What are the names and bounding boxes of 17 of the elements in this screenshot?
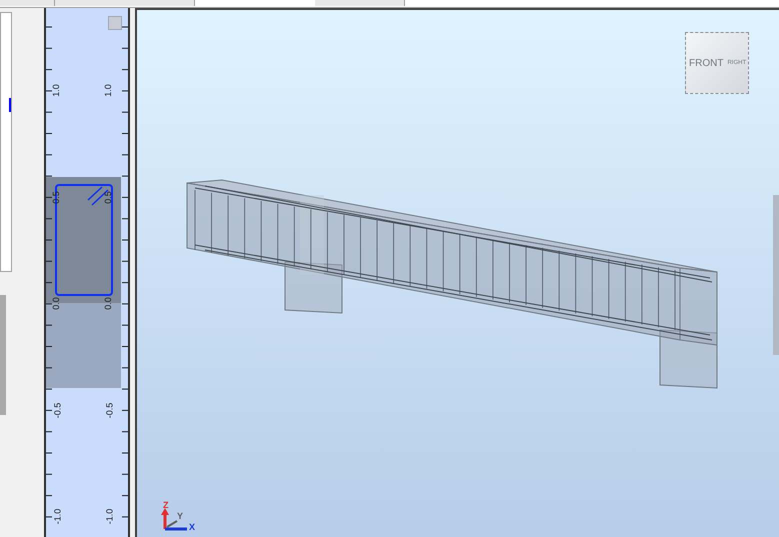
panel-button[interactable] [108,16,122,30]
cube-face-label: FRONT [689,56,724,70]
ruler-label: -0.5 [105,402,114,418]
ruler-label: 0.0 [104,297,113,310]
ruler-label: 1.0 [104,84,113,97]
ruler-label: -1.0 [105,508,114,524]
ruler-label: 0.0 [52,297,61,310]
ruler-label: -0.5 [53,402,62,418]
ruler-label: 0.5 [104,190,113,204]
ruler-label: 1.0 [52,84,61,97]
scrollbar[interactable] [0,295,6,415]
scrollbar[interactable] [773,195,779,355]
axis-label: X [189,523,196,532]
ruler-label: -1.0 [53,508,62,524]
axis-label: Z [163,501,168,510]
axis-label: Y [177,512,184,521]
ruler-label: 0.5 [52,190,61,204]
